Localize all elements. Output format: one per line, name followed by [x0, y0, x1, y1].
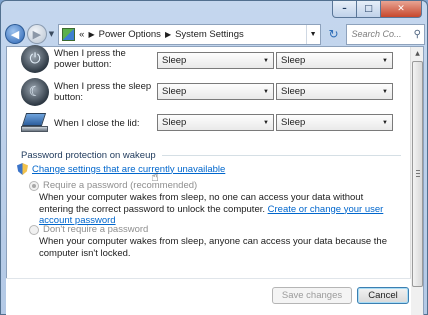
maximize-button[interactable]: □ — [357, 1, 381, 18]
chevron-down-icon: ▼ — [382, 57, 388, 64]
sleep-button-row: ☾ When I press the sleep button: — [21, 78, 154, 106]
breadcrumb-separator-icon: ▶ — [164, 29, 172, 39]
select-value: Sleep — [162, 86, 187, 97]
footer-bar: Save changes Cancel — [6, 278, 411, 315]
search-placeholder: Search Co... — [351, 29, 402, 39]
scroll-up-icon[interactable]: ▲ — [411, 47, 424, 60]
uac-shield-icon — [17, 163, 28, 175]
lid-close-label: When I close the lid: — [54, 117, 140, 129]
power-button-battery-select[interactable]: Sleep ▼ — [157, 52, 274, 69]
select-value: Sleep — [281, 55, 306, 66]
breadcrumb-power-options[interactable]: Power Options — [99, 29, 161, 40]
sleep-button-battery-select[interactable]: Sleep ▼ — [157, 83, 274, 100]
chevron-down-icon: ▼ — [263, 57, 269, 64]
dont-require-password-label: Don't require a password — [43, 224, 149, 235]
refresh-icon[interactable]: ↻ — [323, 24, 345, 45]
password-section-heading: Password protection on wakeup — [21, 150, 401, 161]
require-password-label: Require a password (recommended) — [43, 180, 198, 191]
close-button[interactable]: ✕ — [381, 1, 422, 18]
laptop-lid-icon — [21, 113, 49, 133]
scrollbar-thumb[interactable] — [412, 61, 423, 287]
sleep-button-label: When I press the sleep button: — [54, 81, 152, 103]
dont-require-password-radio[interactable] — [29, 224, 39, 235]
chevron-down-icon: ▼ — [382, 119, 388, 126]
forward-button[interactable]: ▶ — [26, 24, 47, 44]
select-value: Sleep — [162, 117, 187, 128]
vertical-scrollbar[interactable]: ▲ — [410, 47, 423, 315]
power-button-icon: ⏻ — [21, 45, 49, 73]
address-bar[interactable]: « ▶ Power Options ▶ System Settings ▼ — [58, 23, 321, 45]
save-changes-button[interactable]: Save changes — [272, 287, 352, 304]
require-password-option: Require a password (recommended) When yo… — [29, 180, 391, 227]
content-pane: ⏻ When I press the power button: Sleep ▼… — [6, 45, 424, 315]
power-button-plugged-select[interactable]: Sleep ▼ — [276, 52, 393, 69]
chevron-down-icon: ▼ — [263, 88, 269, 95]
lid-close-battery-select[interactable]: Sleep ▼ — [157, 114, 274, 131]
select-value: Sleep — [162, 55, 187, 66]
chevron-down-icon: ▼ — [263, 119, 269, 126]
dont-require-password-option: Don't require a password When your compu… — [29, 224, 391, 259]
lid-close-row: When I close the lid: — [21, 113, 154, 133]
caption-buttons: – □ ✕ — [332, 1, 422, 18]
lid-close-plugged-select[interactable]: Sleep ▼ — [276, 114, 393, 131]
section-title: Password protection on wakeup — [21, 150, 156, 161]
change-unavailable-settings-link-row: Change settings that are currently unava… — [17, 163, 225, 175]
search-input[interactable]: Search Co... ⚲ — [346, 23, 425, 45]
system-settings-window: – □ ✕ ◀ ▶ ▼ « ▶ Power Options ▶ System S… — [0, 0, 428, 315]
change-unavailable-settings-link[interactable]: Change settings that are currently unava… — [32, 164, 225, 175]
power-button-label: When I press the power button: — [54, 48, 126, 70]
breadcrumb-overflow[interactable]: « — [79, 29, 84, 40]
sleep-button-plugged-select[interactable]: Sleep ▼ — [276, 83, 393, 100]
chevron-down-icon: ▼ — [382, 88, 388, 95]
dont-require-password-description: When your computer wakes from sleep, any… — [39, 236, 387, 259]
back-button[interactable]: ◀ — [5, 24, 25, 44]
navigation-bar: ◀ ▶ ▼ « ▶ Power Options ▶ System Setting… — [5, 21, 425, 47]
require-password-description: When your computer wakes from sleep, no … — [39, 192, 391, 227]
sleep-button-icon: ☾ — [21, 78, 49, 106]
select-value: Sleep — [281, 117, 306, 128]
require-password-radio[interactable] — [29, 180, 39, 191]
minimize-button[interactable]: – — [332, 1, 357, 18]
recent-pages-dropdown-icon[interactable]: ▼ — [49, 30, 54, 38]
cancel-button[interactable]: Cancel — [357, 287, 409, 304]
section-divider — [161, 155, 401, 156]
power-button-row: ⏻ When I press the power button: — [21, 45, 154, 73]
control-panel-icon — [62, 27, 76, 41]
breadcrumb-system-settings[interactable]: System Settings — [175, 29, 244, 40]
breadcrumb-separator-icon: ▶ — [88, 29, 95, 39]
address-dropdown-icon[interactable]: ▼ — [305, 24, 320, 44]
search-icon[interactable]: ⚲ — [414, 29, 421, 40]
select-value: Sleep — [281, 86, 306, 97]
